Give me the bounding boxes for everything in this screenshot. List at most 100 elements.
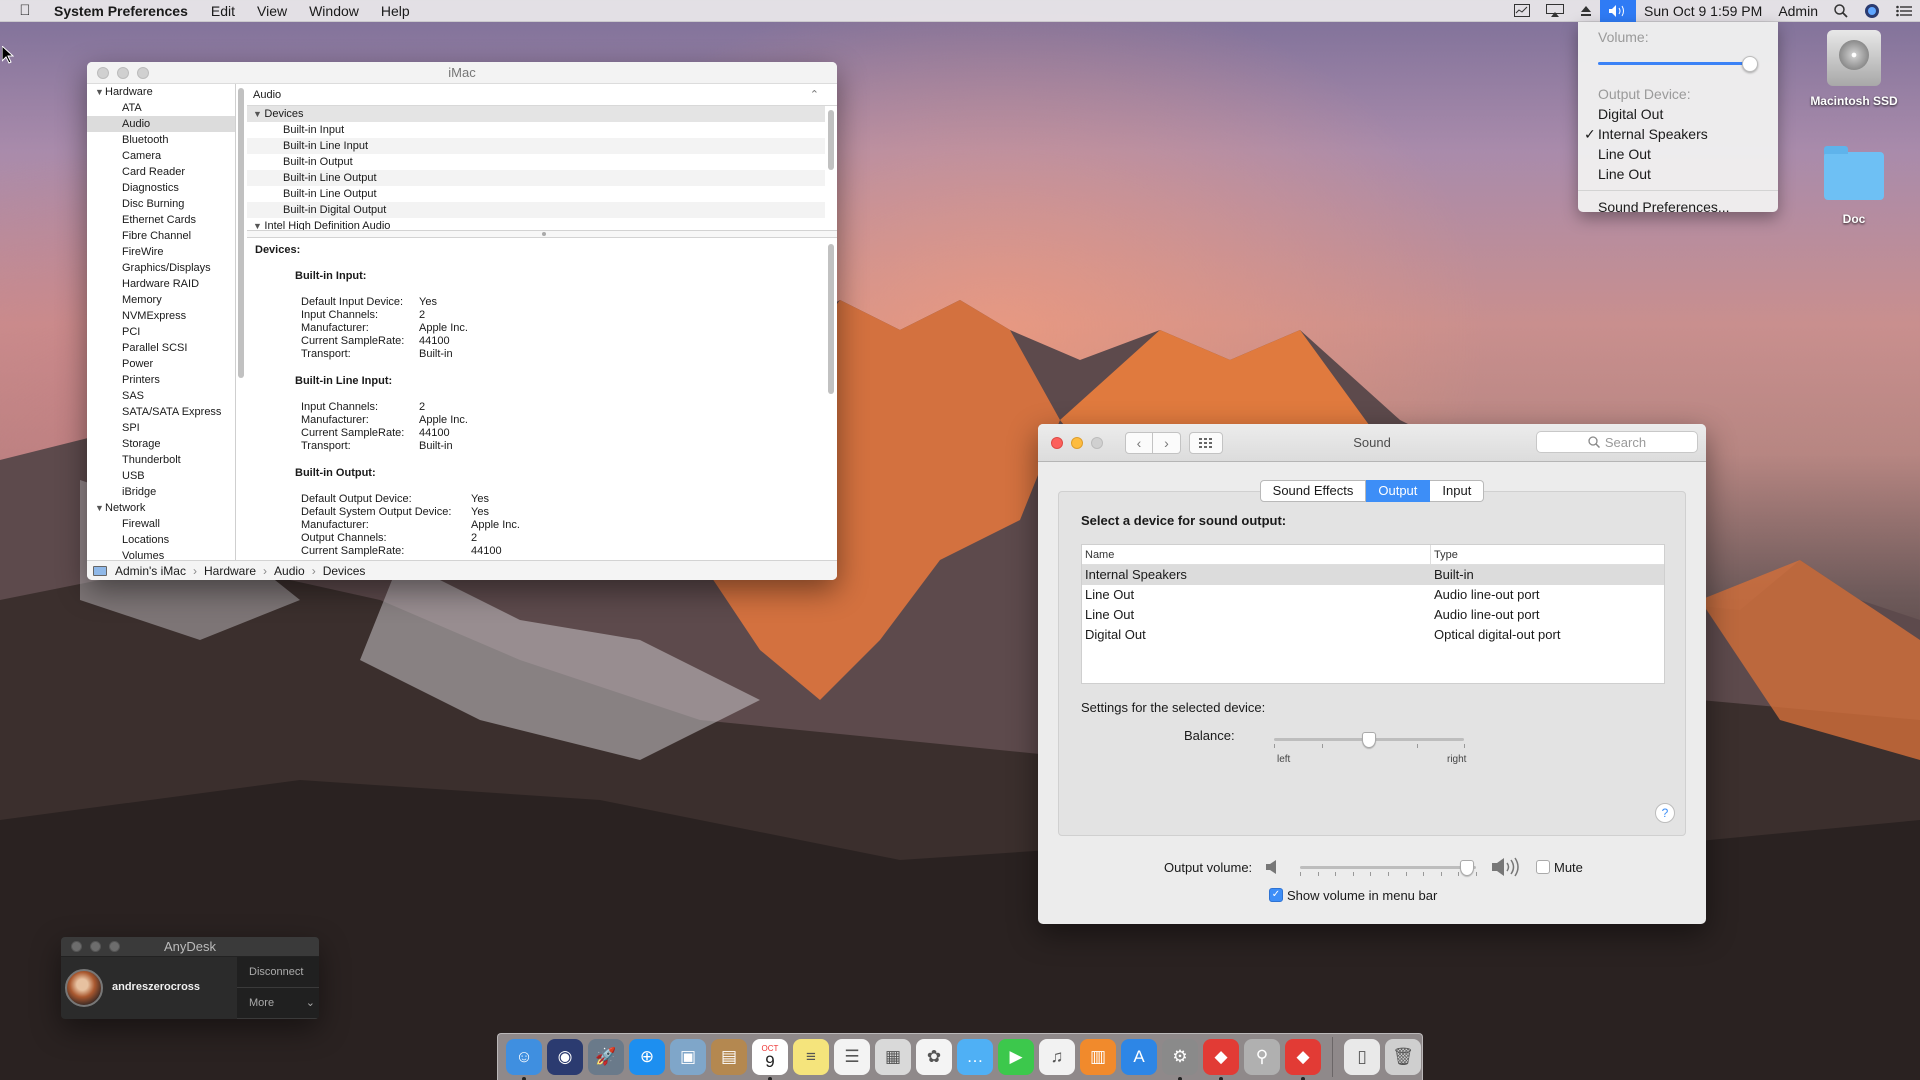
disclosure-triangle-icon[interactable]: ▼ bbox=[95, 84, 105, 100]
utility-icon[interactable]: ⚲ bbox=[1244, 1039, 1280, 1075]
disconnect-button[interactable]: Disconnect bbox=[237, 957, 319, 988]
minimize-button[interactable] bbox=[1071, 436, 1083, 449]
sidebar-item[interactable]: Power bbox=[87, 356, 235, 372]
anydesk-alt-icon[interactable]: ◆ bbox=[1285, 1039, 1321, 1080]
detail-scrollbar[interactable] bbox=[827, 240, 835, 558]
sidebar-item[interactable]: Diagnostics bbox=[87, 180, 235, 196]
sidebar-item[interactable]: Graphics/Displays bbox=[87, 260, 235, 276]
path-segment[interactable]: Admin's iMac bbox=[115, 564, 186, 578]
minimize-button[interactable] bbox=[117, 66, 129, 79]
sidebar-item[interactable]: Firewall bbox=[87, 516, 235, 532]
mute-checkbox[interactable] bbox=[1536, 860, 1550, 874]
table-scrollbar[interactable] bbox=[827, 108, 835, 228]
table-row[interactable]: Built-in Line Output bbox=[247, 186, 825, 202]
sidebar-item[interactable]: SATA/SATA Express bbox=[87, 404, 235, 420]
column-header-type[interactable]: Type bbox=[1431, 545, 1458, 564]
siri-icon[interactable]: ◉ bbox=[547, 1039, 583, 1075]
menu-edit[interactable]: Edit bbox=[200, 3, 246, 19]
table-row[interactable]: Internal Speakers Built-in bbox=[1082, 565, 1664, 585]
reminders-icon[interactable]: ☰ bbox=[834, 1039, 870, 1075]
window-titlebar[interactable]: ‹ › Sound Search bbox=[1038, 424, 1706, 462]
close-button[interactable] bbox=[71, 941, 82, 952]
menu-help[interactable]: Help bbox=[370, 3, 421, 19]
help-button[interactable]: ? bbox=[1655, 803, 1675, 823]
scrollbar-thumb[interactable] bbox=[828, 244, 834, 394]
sidebar-item[interactable]: SAS bbox=[87, 388, 235, 404]
forward-button[interactable]: › bbox=[1153, 431, 1181, 454]
sidebar-item[interactable]: iBridge bbox=[87, 484, 235, 500]
sidebar-item[interactable]: Audio bbox=[87, 116, 235, 132]
search-field[interactable]: Search bbox=[1536, 431, 1698, 453]
trash-icon[interactable]: 🗑 bbox=[1385, 1039, 1421, 1075]
sidebar-item[interactable]: Bluetooth bbox=[87, 132, 235, 148]
sidebar-group[interactable]: ▼Network bbox=[87, 500, 235, 516]
path-segment[interactable]: Audio bbox=[274, 564, 305, 578]
path-segment[interactable]: Devices bbox=[323, 564, 366, 578]
menu-view[interactable]: View bbox=[246, 3, 298, 19]
preview-icon[interactable]: ▣ bbox=[670, 1039, 706, 1075]
sidebar-item[interactable]: Thunderbolt bbox=[87, 452, 235, 468]
contacts-icon[interactable]: ▤ bbox=[711, 1039, 747, 1075]
tab-input[interactable]: Input bbox=[1430, 480, 1485, 502]
table-row[interactable]: Built-in Line Output bbox=[247, 170, 825, 186]
sidebar-item[interactable]: Card Reader bbox=[87, 164, 235, 180]
sidebar-item[interactable]: Memory bbox=[87, 292, 235, 308]
sidebar-group[interactable]: ▼Hardware bbox=[87, 84, 235, 100]
back-button[interactable]: ‹ bbox=[1125, 431, 1153, 454]
sidebar-item[interactable]: Volumes bbox=[87, 548, 235, 560]
close-button[interactable] bbox=[97, 66, 109, 79]
minimize-button[interactable] bbox=[90, 941, 101, 952]
table-row[interactable]: Digital Out Optical digital-out port bbox=[1082, 625, 1664, 645]
ibooks-icon[interactable]: ▥ bbox=[1080, 1039, 1116, 1075]
output-device-internal-speakers[interactable]: ✓ Internal Speakers bbox=[1578, 124, 1778, 144]
sidebar-item[interactable]: SPI bbox=[87, 420, 235, 436]
scrollbar-thumb[interactable] bbox=[238, 88, 244, 378]
volume-slider-knob[interactable] bbox=[1742, 56, 1758, 72]
sort-chevron-up-icon[interactable]: ⌃ bbox=[810, 84, 819, 106]
balance-slider[interactable] bbox=[1274, 732, 1465, 748]
tab-sound-effects[interactable]: Sound Effects bbox=[1259, 480, 1367, 502]
activity-monitor-icon[interactable] bbox=[1506, 0, 1538, 22]
output-device-line-out-2[interactable]: Line Out bbox=[1578, 164, 1778, 184]
balance-slider-knob[interactable] bbox=[1362, 732, 1376, 748]
sidebar-item[interactable]: NVMExpress bbox=[87, 308, 235, 324]
output-device-line-out-1[interactable]: Line Out bbox=[1578, 144, 1778, 164]
notification-center-icon[interactable] bbox=[1888, 0, 1920, 22]
tab-output[interactable]: Output bbox=[1366, 480, 1431, 502]
table-row[interactable]: ▼ Devices bbox=[247, 106, 825, 122]
documents-stack-icon[interactable]: ▯ bbox=[1344, 1039, 1380, 1075]
disclosure-triangle-icon[interactable]: ▼ bbox=[253, 109, 264, 119]
app-menu[interactable]: System Preferences bbox=[50, 3, 200, 19]
launchpad-icon[interactable]: 🚀 bbox=[588, 1039, 624, 1075]
eject-icon[interactable] bbox=[1572, 0, 1600, 22]
close-button[interactable] bbox=[1051, 436, 1063, 449]
show-all-button[interactable] bbox=[1189, 431, 1223, 454]
sidebar-item[interactable]: Storage bbox=[87, 436, 235, 452]
safari-icon[interactable]: ⊕ bbox=[629, 1039, 665, 1075]
siri-icon[interactable] bbox=[1856, 0, 1888, 22]
spotlight-search-icon[interactable] bbox=[1826, 0, 1856, 22]
table-row[interactable]: Built-in Output bbox=[247, 154, 825, 170]
menu-window[interactable]: Window bbox=[298, 3, 370, 19]
sidebar-item[interactable]: Locations bbox=[87, 532, 235, 548]
photos-icon[interactable]: ✿ bbox=[916, 1039, 952, 1075]
sidebar-item[interactable]: FireWire bbox=[87, 244, 235, 260]
apple-menu-icon[interactable]:  bbox=[0, 2, 50, 19]
finder-icon[interactable]: ☺ bbox=[506, 1039, 542, 1080]
sidebar-item[interactable]: USB bbox=[87, 468, 235, 484]
scrollbar-thumb[interactable] bbox=[828, 110, 834, 170]
disclosure-triangle-icon[interactable]: ▼ bbox=[95, 500, 105, 516]
facetime-icon[interactable]: ▶ bbox=[998, 1039, 1034, 1075]
sidebar-item[interactable]: Printers bbox=[87, 372, 235, 388]
photo-booth-icon[interactable]: ▦ bbox=[875, 1039, 911, 1075]
table-row[interactable]: Line Out Audio line-out port bbox=[1082, 605, 1664, 625]
itunes-icon[interactable]: ♫ bbox=[1039, 1039, 1075, 1075]
show-volume-checkbox[interactable]: ✓ bbox=[1269, 888, 1283, 902]
clock[interactable]: Sun Oct 9 1:59 PM bbox=[1636, 0, 1770, 22]
airplay-icon[interactable] bbox=[1538, 0, 1572, 22]
volume-slider[interactable] bbox=[1598, 54, 1758, 72]
app-store-icon[interactable]: A bbox=[1121, 1039, 1157, 1075]
messages-icon[interactable]: … bbox=[957, 1039, 993, 1075]
sidebar-item[interactable]: PCI bbox=[87, 324, 235, 340]
sidebar-item[interactable]: Hardware RAID bbox=[87, 276, 235, 292]
